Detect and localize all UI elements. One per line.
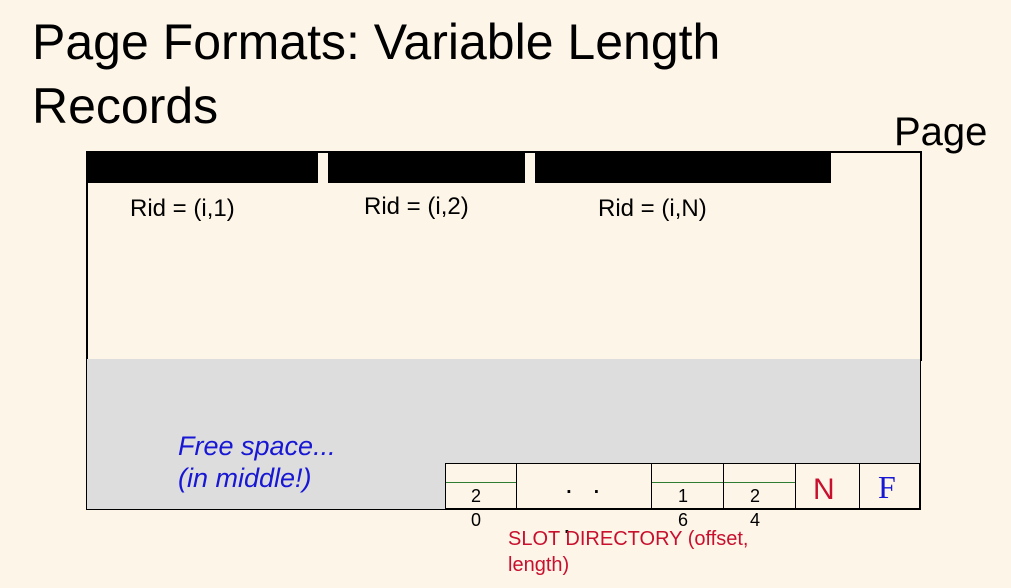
slot-3-offset-top: 2 bbox=[749, 486, 760, 506]
rid-label-1: Rid = (i,1) bbox=[130, 195, 235, 222]
record-n bbox=[535, 151, 831, 183]
slide-title: Page Formats: Variable Length Records bbox=[32, 14, 721, 134]
slot-divider bbox=[652, 482, 723, 483]
slot-1-offset-bottom: 0 bbox=[470, 510, 481, 530]
rid-label-2: Rid = (i,2) bbox=[364, 193, 469, 220]
slot-divider bbox=[724, 482, 795, 483]
slot-divider bbox=[446, 482, 516, 483]
page-label: Page bbox=[894, 110, 988, 154]
record-1 bbox=[88, 151, 318, 183]
rid-label-n: Rid = (i,N) bbox=[598, 195, 707, 222]
record-2 bbox=[328, 151, 525, 183]
slot-directory-label: SLOT DIRECTORY (offset, length) bbox=[508, 528, 749, 576]
slot-ellipsis: . . bbox=[565, 468, 607, 499]
free-pointer-f: F bbox=[878, 469, 896, 505]
free-space-line-1: Free space... bbox=[178, 431, 336, 461]
free-space-label: Free space... (in middle!) bbox=[178, 430, 336, 494]
slot-2-offset-top: 1 bbox=[677, 486, 688, 506]
slot-count-n: N bbox=[813, 473, 835, 506]
free-space-line-2: (in middle!) bbox=[178, 463, 312, 493]
slot-1-offset-top: 2 bbox=[470, 486, 481, 506]
